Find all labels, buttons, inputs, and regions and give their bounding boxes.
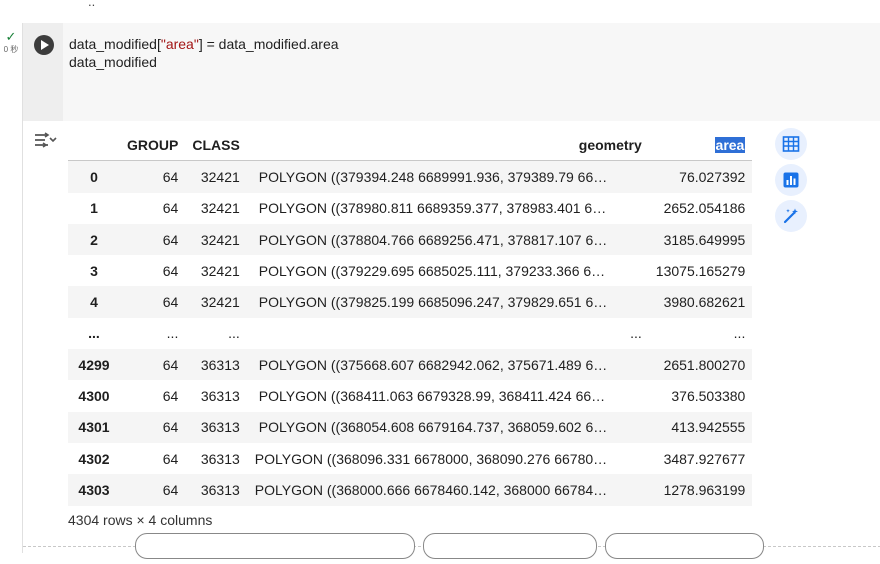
cell-area: ... xyxy=(733,325,746,342)
code-cell: data_modified["area"] = data_modified.ar… xyxy=(22,23,880,553)
table-row: 0 64 32421 POLYGON ((379394.248 6689991.936… xyxy=(68,160,753,193)
cell-group: ... xyxy=(166,325,179,342)
row-index: ... xyxy=(88,325,100,342)
cell-geometry: POLYGON ((379229.695 6685025.111, 379233… xyxy=(258,262,606,279)
code-string: "area" xyxy=(160,36,199,52)
cell-geometry: POLYGON ((368096.331 6678000, 368090.276… xyxy=(254,450,608,467)
previous-cell-tail: .. xyxy=(0,0,880,22)
row-index: 4302 xyxy=(78,450,110,467)
cell-class: 36313 xyxy=(200,388,240,405)
cell-group: 64 xyxy=(162,419,179,436)
column-header-area: area xyxy=(648,129,753,162)
suggestion-chip[interactable] xyxy=(605,533,764,559)
cell-geometry: POLYGON ((375668.607 6682942.062, 375671… xyxy=(258,356,608,373)
table-row: 1 64 32421 POLYGON ((378980.811 6689359.377… xyxy=(68,193,752,224)
cell-group: 64 xyxy=(162,168,179,185)
code-token: data_modified xyxy=(69,54,157,70)
table-row: 4299 64 36313 POLYGON ((375668.607 6682942.… xyxy=(68,349,753,381)
cell-area: 376.503380 xyxy=(671,388,746,405)
cell-class: 32421 xyxy=(200,231,240,248)
row-index: 3 xyxy=(90,262,98,279)
generate-code-button[interactable] xyxy=(775,200,807,232)
run-cell-button[interactable] xyxy=(34,35,54,55)
convert-to-interactive-table-button[interactable] xyxy=(775,128,807,160)
cell-geometry: POLYGON ((378980.811 6689359.377, 378983… xyxy=(258,200,607,217)
selected-text: area xyxy=(714,136,746,153)
column-header-group: GROUP xyxy=(120,129,186,162)
table-row: 4301 64 36313 POLYGON ((368054.608 6679164.… xyxy=(68,411,753,443)
cell-area: 2652.054186 xyxy=(663,200,746,217)
execution-time: 0 秒 xyxy=(3,45,19,54)
cell-class: 36313 xyxy=(200,356,240,373)
code-editor[interactable]: data_modified["area"] = data_modified.ar… xyxy=(23,23,880,121)
column-header-class: CLASS xyxy=(185,129,247,162)
cell-group: 64 xyxy=(162,481,179,498)
cell-group: 64 xyxy=(162,356,179,373)
row-index: 4 xyxy=(90,294,98,311)
row-index: 4300 xyxy=(78,388,110,405)
row-index: 1 xyxy=(90,200,98,217)
code-token: ] = data_modified.area xyxy=(198,36,339,52)
execution-status: ✓ 0 秒 xyxy=(0,30,22,55)
cell-area: 3185.649995 xyxy=(663,231,746,248)
cell-class: 36313 xyxy=(200,450,240,467)
cell-area: 2651.800270 xyxy=(663,356,746,373)
cell-group: 64 xyxy=(162,200,179,217)
cell-geometry: POLYGON ((368411.063 6679328.99, 368411.… xyxy=(258,388,606,405)
cell-geometry: POLYGON ((379394.248 6689991.936, 379389… xyxy=(258,168,608,185)
cell-gutter xyxy=(23,23,63,121)
cell-class: 36313 xyxy=(200,419,240,436)
row-index: 2 xyxy=(90,231,98,248)
cell-class: 32421 xyxy=(200,168,240,185)
cell-group: 64 xyxy=(162,262,179,279)
index-header xyxy=(68,129,120,162)
table-row-ellipsis: ............... xyxy=(68,318,752,349)
check-icon: ✓ xyxy=(5,29,17,44)
cell-class: 36313 xyxy=(200,481,240,498)
suggestion-chip[interactable] xyxy=(423,533,597,559)
bar-chart-icon xyxy=(783,172,799,188)
magic-wand-icon xyxy=(783,208,798,224)
row-index: 4303 xyxy=(78,481,110,498)
row-index: 0 xyxy=(90,168,98,185)
table-row: 3 64 32421 POLYGON ((379229.695 6685025.111… xyxy=(68,255,752,286)
cell-class: 32421 xyxy=(200,294,240,311)
row-index: 4301 xyxy=(78,419,110,436)
cell-class: 32421 xyxy=(200,262,240,279)
cell-area: 3487.927677 xyxy=(663,450,746,467)
cell-class: ... xyxy=(228,325,240,342)
code-token: data_modified[ xyxy=(69,36,161,52)
suggestion-chip[interactable] xyxy=(135,533,415,559)
table-row: 2 64 32421 POLYGON ((378804.766 6689256.471… xyxy=(68,223,753,256)
cell-area: 76.027392 xyxy=(679,168,746,185)
cell-geometry: POLYGON ((379825.199 6685096.247, 379829… xyxy=(258,294,608,311)
cell-geometry: POLYGON ((378804.766 6689256.471, 378817… xyxy=(258,231,608,248)
suggest-charts-button[interactable] xyxy=(775,164,807,196)
table-row: 4 64 32421 POLYGON ((379825.199 6685096.247… xyxy=(68,286,753,318)
table-icon xyxy=(782,136,800,152)
code-text[interactable]: data_modified["area"] = data_modified.ar… xyxy=(69,35,339,71)
cell-class: 32421 xyxy=(200,200,240,217)
cell-geometry: POLYGON ((368000.666 6678460.142, 368000… xyxy=(254,481,608,498)
cell-group: 64 xyxy=(162,231,179,248)
cell-area: 13075.165279 xyxy=(655,262,746,279)
column-header-geometry: geometry xyxy=(246,129,649,162)
cell-geometry: ... xyxy=(630,325,642,342)
cell-area: 413.942555 xyxy=(671,419,746,436)
table-row: 4302 64 36313 POLYGON ((368096.331 6678000,… xyxy=(68,443,752,474)
dataframe-shape: 4304 rows × 4 columns xyxy=(68,512,213,528)
cell-group: 64 xyxy=(162,450,179,467)
output-settings-icon[interactable] xyxy=(33,131,57,149)
cell-geometry: POLYGON ((368054.608 6679164.737, 368059… xyxy=(258,419,608,436)
cell-area: 1278.963199 xyxy=(663,481,746,498)
row-index: 4299 xyxy=(78,356,110,373)
table-row: 4303 64 36313 POLYGON ((368000.666 6678460.… xyxy=(68,474,753,506)
cell-area: 3980.682621 xyxy=(663,294,746,311)
cell-group: 64 xyxy=(162,388,179,405)
cell-group: 64 xyxy=(162,294,179,311)
table-row: 4300 64 36313 POLYGON ((368411.063 6679328.… xyxy=(68,380,752,411)
dataframe-table: GROUP CLASS geometry area 0 64 32421 POLYGO… xyxy=(68,129,753,506)
table-header-row: GROUP CLASS geometry area xyxy=(68,129,753,162)
